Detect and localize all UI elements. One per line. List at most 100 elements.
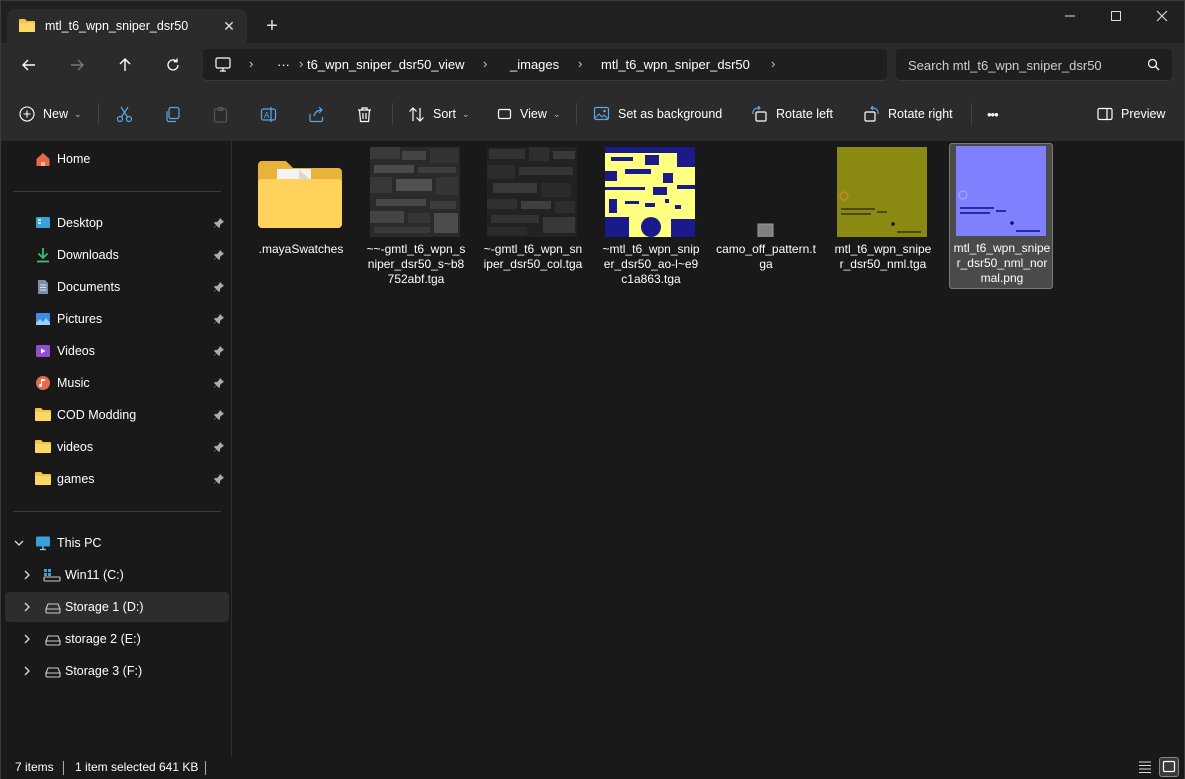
sidebar-item-games[interactable]: games [5, 464, 229, 494]
preview-pane-icon [1097, 107, 1113, 121]
sidebar-item-videos[interactable]: Videos [5, 336, 229, 366]
chevron-right-icon[interactable] [21, 601, 33, 613]
breadcrumb-overflow[interactable]: ··· [277, 57, 290, 72]
sidebar-item-documents[interactable]: Documents [5, 272, 229, 302]
forward-arrow-icon [71, 59, 84, 71]
preview-pane-button[interactable]: Preview [1097, 98, 1165, 130]
back-button[interactable] [11, 49, 47, 81]
item-count: 7 items [15, 760, 54, 774]
texture-thumbnail [370, 147, 460, 237]
paste-button[interactable] [212, 98, 229, 130]
plus-circle-icon [19, 106, 35, 122]
cut-button[interactable] [116, 98, 133, 130]
pin-icon[interactable] [213, 377, 225, 389]
pin-icon[interactable] [213, 217, 225, 229]
chevron-right-icon[interactable] [21, 633, 33, 645]
search-input[interactable] [908, 55, 1138, 75]
sidebar-item-drive-d[interactable]: Storage 1 (D:) [5, 592, 229, 622]
sidebar-item-drive-f[interactable]: Storage 3 (F:) [5, 656, 229, 686]
file-item-texture[interactable]: ~-gmtl_t6_wpn_sniper_dsr50_col.tga [481, 144, 585, 288]
sidebar-item-videos-folder[interactable]: videos [5, 432, 229, 462]
search-icon[interactable] [1147, 58, 1160, 74]
file-name: mtl_t6_wpn_sniper_dsr50_nml.tga [834, 242, 932, 271]
status-bar: 7 items 1 item selected 641 KB [1, 757, 1184, 779]
close-button[interactable] [1139, 1, 1185, 31]
pin-icon[interactable] [213, 249, 225, 261]
chevron-right-icon[interactable]: › [249, 56, 253, 71]
view-label: View [520, 107, 547, 121]
view-button[interactable]: View ⌄ [497, 98, 560, 130]
sidebar-item-drive-e[interactable]: storage 2 (E:) [5, 624, 229, 654]
sidebar-item-downloads[interactable]: Downloads [5, 240, 229, 270]
delete-button[interactable] [356, 98, 373, 130]
texture-thumbnail [720, 147, 810, 240]
breadcrumb-item[interactable]: t6_wpn_sniper_dsr50_view [307, 57, 465, 72]
chevron-right-icon[interactable] [21, 665, 33, 677]
chevron-right-icon[interactable]: › [299, 56, 303, 71]
file-item-texture-selected[interactable]: mtl_t6_wpn_sniper_dsr50_nml_normal.png [949, 143, 1053, 289]
new-button[interactable]: New ⌄ [19, 98, 82, 130]
share-button[interactable] [308, 98, 325, 130]
pin-icon[interactable] [213, 441, 225, 453]
pin-icon[interactable] [213, 409, 225, 421]
back-arrow-icon [22, 59, 35, 71]
videos-icon [35, 343, 51, 359]
sidebar-item-home[interactable]: Home [5, 144, 229, 174]
tab-close-icon[interactable]: ✕ [219, 16, 239, 36]
selection-size: 641 KB [159, 760, 199, 774]
command-bar: New ⌄ A Sort ⌄ View ⌄ Set as background … [1, 87, 1184, 141]
sidebar-item-music[interactable]: Music [5, 368, 229, 398]
file-item-texture[interactable]: ~~-gmtl_t6_wpn_sniper_dsr50_s~b8752abf.t… [364, 144, 468, 288]
pin-icon[interactable] [213, 473, 225, 485]
status-divider [63, 761, 64, 775]
more-options-button[interactable]: ••• [987, 98, 999, 130]
sidebar-item-desktop[interactable]: Desktop [5, 208, 229, 238]
file-item-folder[interactable]: .mayaSwatches [249, 144, 353, 288]
rename-button[interactable]: A [260, 98, 277, 130]
chevron-down-icon: ⌄ [552, 108, 561, 119]
copy-button[interactable] [164, 98, 181, 130]
chevron-right-icon[interactable]: › [578, 56, 582, 71]
chevron-down-icon[interactable] [13, 537, 25, 549]
sidebar-item-this-pc[interactable]: This PC [5, 528, 229, 558]
file-item-texture[interactable]: camo_off_pattern.tga [714, 144, 818, 288]
rotate-left-button[interactable]: Rotate left [751, 98, 833, 130]
file-item-texture[interactable]: mtl_t6_wpn_sniper_dsr50_nml.tga [831, 144, 935, 288]
toolbar-divider [971, 103, 972, 125]
address-bar[interactable]: › ··· › t6_wpn_sniper_dsr50_view › _imag… [203, 49, 887, 81]
chevron-right-icon[interactable]: › [483, 56, 487, 71]
drive-icon [45, 663, 61, 679]
chevron-right-icon[interactable] [21, 569, 33, 581]
set-as-background-button[interactable]: Set as background [593, 98, 722, 130]
view-icon [497, 108, 512, 119]
pictures-icon [35, 311, 51, 327]
tab-active[interactable]: mtl_t6_wpn_sniper_dsr50 ✕ [7, 9, 247, 43]
file-name: ~-gmtl_t6_wpn_sniper_dsr50_col.tga [483, 242, 583, 271]
sidebar-item-pictures[interactable]: Pictures [5, 304, 229, 334]
pin-icon[interactable] [213, 313, 225, 325]
texture-thumbnail [487, 147, 577, 237]
chevron-right-icon[interactable]: › [771, 56, 775, 71]
search-box[interactable] [896, 49, 1172, 81]
details-view-button[interactable] [1137, 759, 1153, 778]
sidebar-item-cod-modding[interactable]: COD Modding [5, 400, 229, 430]
sidebar-item-drive-c[interactable]: Win11 (C:) [5, 560, 229, 590]
folder-icon [19, 18, 35, 35]
new-tab-button[interactable]: + [259, 13, 285, 39]
file-item-texture[interactable]: ~mtl_t6_wpn_sniper_dsr50_ao-l~e9c1a863.t… [599, 144, 703, 288]
minimize-button[interactable] [1047, 1, 1093, 31]
rotate-right-label: Rotate right [888, 107, 953, 121]
up-button[interactable] [107, 49, 143, 81]
pin-icon[interactable] [213, 281, 225, 293]
large-icons-view-button[interactable] [1159, 757, 1179, 777]
refresh-button[interactable] [155, 49, 191, 81]
document-icon [35, 279, 51, 295]
rotate-right-button[interactable]: Rotate right [863, 98, 953, 130]
breadcrumb-item[interactable]: mtl_t6_wpn_sniper_dsr50 [601, 57, 750, 72]
sort-button[interactable]: Sort ⌄ [408, 98, 469, 130]
maximize-button[interactable] [1093, 1, 1139, 31]
file-name: camo_off_pattern.tga [716, 242, 816, 271]
breadcrumb-item[interactable]: _images [510, 57, 559, 72]
pin-icon[interactable] [213, 345, 225, 357]
forward-button[interactable] [59, 49, 95, 81]
